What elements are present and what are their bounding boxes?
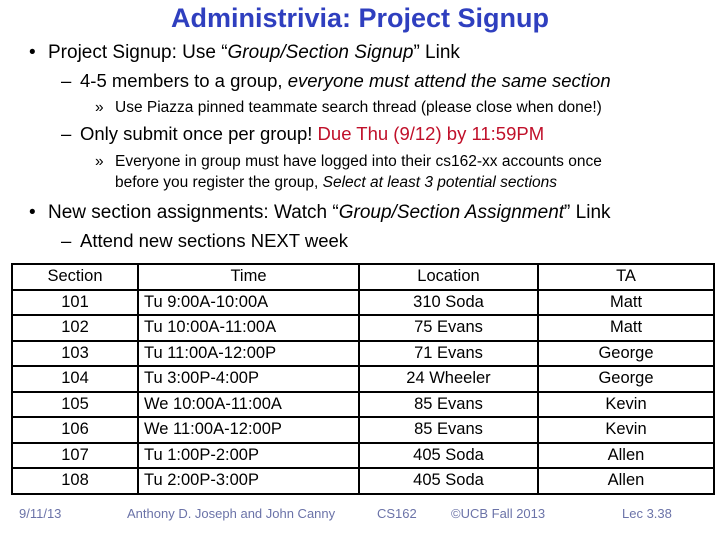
cell-location: 71 Evans — [358, 339, 539, 367]
header-section: Section — [11, 263, 139, 291]
link-name-group-section-assignment: Group/Section Assignment — [338, 202, 565, 223]
cell-location: 310 Soda — [358, 288, 539, 316]
subsubbullet-accounts-line2: before you register the group, Select at… — [115, 174, 557, 192]
subbullet-text: Only submit once per group! — [80, 123, 318, 144]
bullet-marker: • — [29, 202, 36, 223]
cell-location: 75 Evans — [358, 314, 539, 342]
subsubbullet-piazza: » Use Piazza pinned teammate search thre… — [95, 99, 602, 117]
table-row: 106 We 11:00A-12:00P 85 Evans Kevin — [11, 416, 715, 444]
dash-marker: – — [61, 230, 72, 251]
header-time: Time — [137, 263, 360, 291]
cell-ta: Matt — [537, 314, 715, 342]
bullet-new-sections: • New section assignments: Watch “Group/… — [29, 202, 611, 224]
table-row: 108 Tu 2:00P-3:00P 405 Soda Allen — [11, 467, 715, 495]
section-schedule-table: Section Time Location TA 101 Tu 9:00A-10:… — [11, 263, 715, 495]
cell-ta: George — [537, 339, 715, 367]
table-row: 105 We 10:00A-11:00A 85 Evans Kevin — [11, 390, 715, 418]
subbullet-group-size: – 4-5 members to a group, everyone must … — [61, 70, 611, 92]
subsubbullet-emphasis: Select at least 3 potential sections — [322, 174, 558, 191]
subbullet-attend-next-week: – Attend new sections NEXT week — [61, 230, 348, 252]
cell-time: We 10:00A-11:00A — [137, 390, 360, 418]
cell-time: Tu 1:00P-2:00P — [137, 441, 360, 469]
cell-section: 101 — [11, 288, 139, 316]
dash-marker: – — [61, 70, 72, 91]
chevron-marker: » — [95, 99, 104, 116]
cell-ta: Kevin — [537, 390, 715, 418]
cell-section: 105 — [11, 390, 139, 418]
bullet-text: New section assignments: Watch “ — [48, 202, 339, 223]
deadline-text: Due Thu (9/12) by 11:59PM — [317, 123, 545, 144]
cell-location: 24 Wheeler — [358, 365, 539, 393]
subbullet-text: Attend new sections NEXT week — [80, 230, 349, 251]
table-header-row: Section Time Location TA — [11, 263, 715, 291]
cell-location: 85 Evans — [358, 390, 539, 418]
bullet-text-suffix: ” Link — [564, 202, 611, 223]
table-row: 107 Tu 1:00P-2:00P 405 Soda Allen — [11, 441, 715, 469]
cell-time: Tu 11:00A-12:00P — [137, 339, 360, 367]
subbullet-emphasis: everyone must attend the same section — [287, 70, 611, 91]
bullet-marker: • — [29, 42, 36, 63]
link-name-group-section-signup: Group/Section Signup — [227, 42, 414, 63]
cell-ta: Allen — [537, 441, 715, 469]
subsubbullet-accounts: » Everyone in group must have logged int… — [95, 153, 602, 171]
cell-ta: Matt — [537, 288, 715, 316]
cell-section: 103 — [11, 339, 139, 367]
table-row: 104 Tu 3:00P-4:00P 24 Wheeler George — [11, 365, 715, 393]
cell-section: 102 — [11, 314, 139, 342]
subbullet-submit-once: – Only submit once per group! Due Thu (9… — [61, 123, 544, 145]
table-row: 102 Tu 10:00A-11:00A 75 Evans Matt — [11, 314, 715, 342]
cell-section: 104 — [11, 365, 139, 393]
cell-location: 85 Evans — [358, 416, 539, 444]
cell-section: 108 — [11, 467, 139, 495]
subsubbullet-text-line1: Everyone in group must have logged into … — [115, 153, 602, 170]
cell-ta: Kevin — [537, 416, 715, 444]
footer-authors: Anthony D. Joseph and John Canny — [127, 506, 336, 521]
cell-time: Tu 2:00P-3:00P — [137, 467, 360, 495]
cell-time: Tu 10:00A-11:00A — [137, 314, 360, 342]
footer-date: 9/11/13 — [19, 506, 62, 521]
cell-section: 107 — [11, 441, 139, 469]
bullet-text: Project Signup: Use “ — [48, 42, 228, 63]
table-row: 103 Tu 11:00A-12:00P 71 Evans George — [11, 339, 715, 367]
bullet-text-suffix: ” Link — [413, 42, 460, 63]
cell-time: We 11:00A-12:00P — [137, 416, 360, 444]
dash-marker: – — [61, 123, 72, 144]
cell-location: 405 Soda — [358, 441, 539, 469]
subsubbullet-text: Use Piazza pinned teammate search thread… — [115, 99, 602, 116]
cell-section: 106 — [11, 416, 139, 444]
footer-slide-number: Lec 3.38 — [622, 506, 672, 521]
cell-time: Tu 9:00A-10:00A — [137, 288, 360, 316]
slide-title: Administrivia: Project Signup — [170, 3, 550, 33]
chevron-marker: » — [95, 153, 104, 170]
table-row: 101 Tu 9:00A-10:00A 310 Soda Matt — [11, 288, 715, 316]
footer-course: CS162 — [377, 506, 417, 521]
header-location: Location — [358, 263, 539, 291]
cell-ta: Allen — [537, 467, 715, 495]
header-ta: TA — [537, 263, 715, 291]
cell-time: Tu 3:00P-4:00P — [137, 365, 360, 393]
bullet-project-signup: • Project Signup: Use “Group/Section Sig… — [29, 42, 460, 64]
cell-ta: George — [537, 365, 715, 393]
footer-copyright: ©UCB Fall 2013 — [451, 506, 546, 521]
cell-location: 405 Soda — [358, 467, 539, 495]
subsubbullet-text-line2: before you register the group, — [115, 174, 323, 191]
subbullet-text: 4-5 members to a group, — [80, 70, 288, 91]
